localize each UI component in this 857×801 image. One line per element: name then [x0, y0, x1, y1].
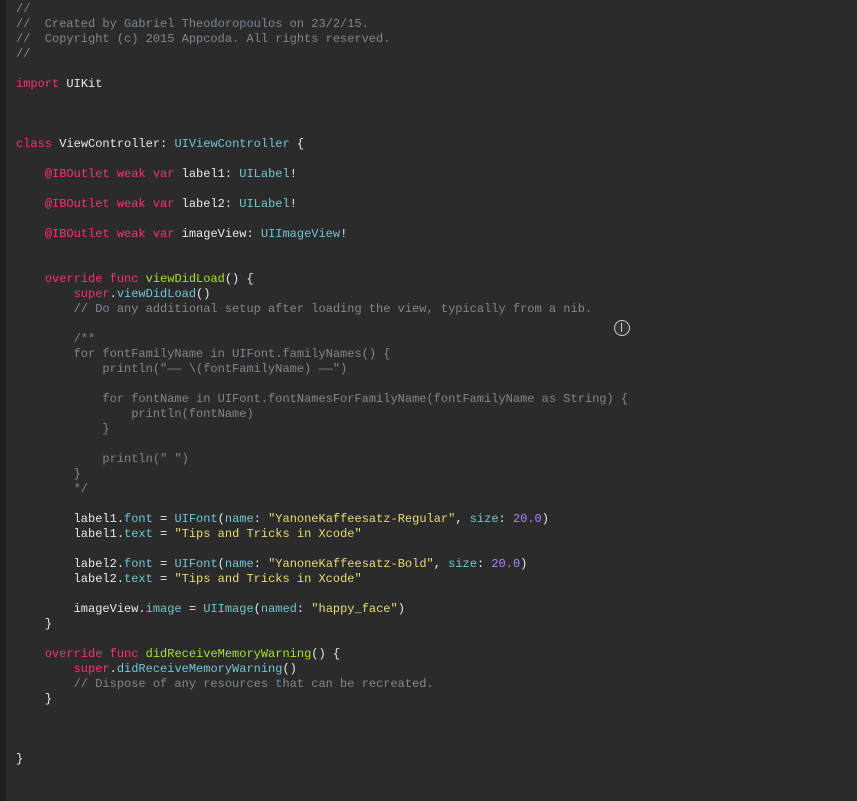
func-name: didReceiveMemoryWarning [146, 647, 312, 661]
type: UILabel [239, 197, 289, 211]
keyword-weak: weak [117, 227, 146, 241]
keyword-super: super [74, 287, 110, 301]
call: viewDidLoad [117, 287, 196, 301]
brace: } [16, 752, 23, 766]
keyword-weak: weak [117, 167, 146, 181]
var-name: label1 [182, 167, 225, 181]
call: didReceiveMemoryWarning [117, 662, 283, 676]
code-content[interactable]: // // Created by Gabriel Theodoropoulos … [12, 2, 857, 767]
keyword-func: func [110, 272, 139, 286]
block-comment: for fontFamilyName in UIFont.familyNames… [74, 347, 391, 361]
string: "happy_face" [311, 602, 397, 616]
string: "YanoneKaffeesatz-Bold" [268, 557, 434, 571]
ctor: UIImage [203, 602, 253, 616]
string: "Tips and Tricks in Xcode" [174, 527, 361, 541]
prop: image [146, 602, 182, 616]
keyword-class: class [16, 137, 52, 151]
block-comment: } [74, 422, 110, 436]
block-comment: /** [74, 332, 96, 346]
class-name: ViewController [59, 137, 160, 151]
brace: } [45, 692, 52, 706]
comment-line: // [16, 2, 30, 16]
string: "Tips and Tricks in Xcode" [174, 572, 361, 586]
var-ref: label1 [74, 527, 117, 541]
keyword-func: func [110, 647, 139, 661]
block-comment: */ [74, 482, 88, 496]
comment-line: // [16, 47, 30, 61]
block-comment: println("—— \(fontFamilyName) ——") [74, 362, 348, 376]
comment-line: // Copyright (c) 2015 Appcoda. All right… [16, 32, 390, 46]
brace: } [45, 617, 52, 631]
var-ref: label1 [74, 512, 117, 526]
type: UILabel [239, 167, 289, 181]
comment-line: // Do any additional setup after loading… [74, 302, 592, 316]
number: 20.0 [513, 512, 542, 526]
string: "YanoneKaffeesatz-Regular" [268, 512, 455, 526]
var-name: label2 [182, 197, 225, 211]
number: 20.0 [491, 557, 520, 571]
comment-line: // Created by Gabriel Theodoropoulos on … [16, 17, 369, 31]
block-comment: println(fontName) [74, 407, 254, 421]
superclass: UIViewController [174, 137, 289, 151]
ctor: UIFont [174, 512, 217, 526]
module-name: UIKit [66, 77, 102, 91]
block-comment: } [74, 467, 81, 481]
colon: : [160, 137, 174, 151]
var-name: imageView [182, 227, 247, 241]
keyword-var: var [153, 227, 175, 241]
var-ref: label2 [74, 557, 117, 571]
attr-iboutlet: @IBOutlet [45, 197, 110, 211]
keyword-weak: weak [117, 197, 146, 211]
block-comment: for fontName in UIFont.fontNamesForFamil… [74, 392, 629, 406]
var-ref: label2 [74, 572, 117, 586]
prop: font [124, 512, 153, 526]
attr-iboutlet: @IBOutlet [45, 227, 110, 241]
keyword-var: var [153, 197, 175, 211]
keyword-import: import [16, 77, 59, 91]
block-comment: println(" ") [74, 452, 189, 466]
comment-line: // Dispose of any resources that can be … [74, 677, 434, 691]
brace: { [290, 137, 304, 151]
var-ref: imageView [74, 602, 139, 616]
code-editor[interactable]: // // Created by Gabriel Theodoropoulos … [0, 0, 857, 767]
keyword-override: override [45, 272, 103, 286]
ctor: UIFont [174, 557, 217, 571]
keyword-override: override [45, 647, 103, 661]
func-name: viewDidLoad [146, 272, 225, 286]
attr-iboutlet: @IBOutlet [45, 167, 110, 181]
prop: text [124, 527, 153, 541]
type: UIImageView [261, 227, 340, 241]
keyword-super: super [74, 662, 110, 676]
prop: text [124, 572, 153, 586]
prop: font [124, 557, 153, 571]
keyword-var: var [153, 167, 175, 181]
